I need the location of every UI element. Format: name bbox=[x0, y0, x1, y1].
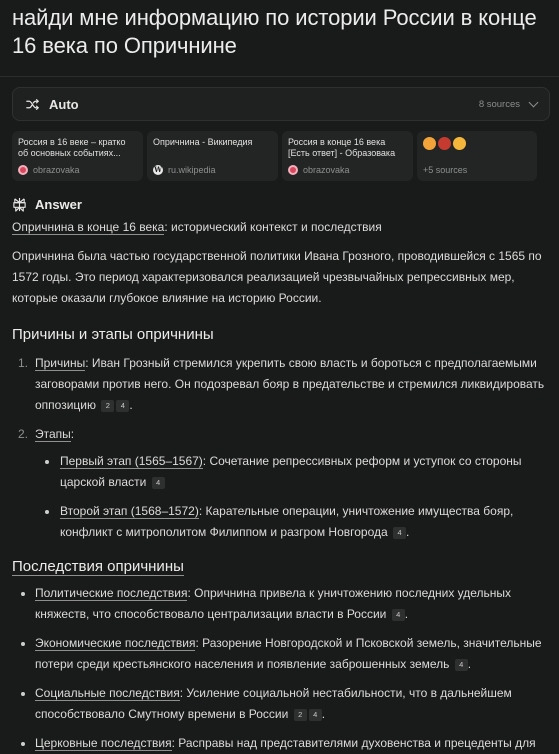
source-card[interactable]: Россия в конце 16 века [Есть ответ] - Об… bbox=[282, 131, 413, 181]
source-domain: obrazovaka bbox=[33, 165, 80, 175]
item-label: Второй этап (1568–1572) bbox=[60, 504, 199, 519]
list-number: 2. bbox=[18, 427, 29, 441]
item-label: Экономические последствия bbox=[35, 636, 196, 651]
answer-subtitle: Опричнина в конце 16 века: исторический … bbox=[12, 217, 550, 238]
section-heading-causes: Причины и этапы опричнины bbox=[12, 326, 214, 343]
obrazovaka-favicon-icon bbox=[18, 165, 28, 175]
list-item: 2. Этапы: Первый этап (1565–1567): Сочет… bbox=[12, 424, 550, 543]
list-item: Социальные последствия: Усиление социаль… bbox=[12, 683, 550, 725]
list-number: 1. bbox=[18, 356, 29, 370]
citation-badge[interactable]: 4 bbox=[151, 477, 165, 489]
answer-logo-icon bbox=[13, 197, 26, 212]
list-item: Политические последствия: Опричнина прив… bbox=[12, 583, 550, 625]
causes-list: 1. Причины: Иван Грозный стремился укреп… bbox=[12, 353, 550, 543]
source-title: Опричнина - Википедия bbox=[153, 137, 253, 147]
consequences-list: Политические последствия: Опричнина прив… bbox=[12, 583, 550, 754]
item-text: : bbox=[70, 427, 75, 441]
source-favicon-icon bbox=[438, 137, 451, 150]
item-label: Социальные последствия bbox=[35, 686, 180, 701]
mode-bar[interactable]: Auto 8 sources bbox=[12, 87, 550, 121]
citation-badge[interactable]: 4 bbox=[116, 400, 130, 412]
source-domain: obrazovaka bbox=[303, 165, 350, 175]
section-title: Последствия опричнины bbox=[12, 558, 184, 576]
source-title: Россия в 16 веке – кратко об основных со… bbox=[18, 137, 126, 158]
answer-page: найди мне информацию по истории России в… bbox=[0, 0, 559, 754]
wikipedia-favicon-icon: W bbox=[153, 165, 163, 175]
source-card[interactable]: Опричнина - Википедия Wru.wikipedia bbox=[147, 131, 278, 181]
query-title: найди мне информацию по истории России в… bbox=[12, 5, 537, 58]
list-item: Первый этап (1565–1567): Сочетание репре… bbox=[36, 451, 550, 493]
sources-toggle[interactable]: 8 sources bbox=[478, 97, 539, 110]
citation-badge[interactable]: 4 bbox=[393, 527, 407, 539]
source-card[interactable]: Россия в 16 веке – кратко об основных со… bbox=[12, 131, 143, 181]
intro-paragraph: Опричнина была частью государственной по… bbox=[12, 249, 542, 305]
item-label: Этапы bbox=[35, 427, 71, 442]
source-title: Россия в конце 16 века [Есть ответ] - Об… bbox=[288, 137, 396, 158]
list-item: Экономические последствия: Разорение Нов… bbox=[12, 633, 550, 675]
section-heading-consequences: Последствия опричнины bbox=[12, 557, 550, 577]
more-sources-label: +5 sources bbox=[423, 165, 468, 175]
favicon-stack bbox=[423, 137, 531, 150]
obrazovaka-favicon-icon bbox=[288, 165, 298, 175]
stages-list: Первый этап (1565–1567): Сочетание репре… bbox=[12, 451, 550, 543]
answer-header: Answer bbox=[12, 197, 550, 212]
item-label: Церковные последствия bbox=[35, 736, 172, 751]
list-item: Церковные последствия: Расправы над пред… bbox=[12, 733, 550, 754]
item-text: : Расправы над представителями духовенст… bbox=[171, 736, 536, 750]
source-favicon-icon bbox=[423, 137, 436, 150]
source-cards: Россия в 16 веке – кратко об основных со… bbox=[12, 131, 550, 181]
source-favicon-icon bbox=[453, 137, 466, 150]
item-label: Причины bbox=[35, 356, 86, 371]
item-label: Первый этап (1565–1567) bbox=[60, 454, 203, 469]
mode-selector[interactable]: Auto bbox=[26, 97, 79, 112]
mode-label: Auto bbox=[49, 96, 79, 112]
citation-badge[interactable]: 4 bbox=[454, 659, 468, 671]
source-domain: ru.wikipedia bbox=[168, 165, 216, 175]
citation-badge[interactable]: 2 bbox=[293, 709, 307, 721]
divider bbox=[0, 76, 559, 77]
subtitle-strong: Опричнина в конце 16 века bbox=[12, 220, 165, 235]
list-item: 1. Причины: Иван Грозный стремился укреп… bbox=[12, 353, 550, 416]
citation-badge[interactable]: 2 bbox=[101, 400, 115, 412]
shuffle-icon bbox=[26, 98, 39, 110]
chevron-down-icon bbox=[528, 97, 539, 108]
citation-badge[interactable]: 4 bbox=[308, 709, 322, 721]
citation-badge[interactable]: 4 bbox=[391, 609, 405, 621]
sources-count-label: 8 sources bbox=[478, 98, 520, 110]
list-item: Второй этап (1568–1572): Карательные опе… bbox=[36, 501, 550, 543]
subtitle-rest: : исторический контекст и последствия bbox=[164, 220, 382, 234]
answer-label: Answer bbox=[35, 197, 82, 212]
item-label: Политические последствия bbox=[35, 586, 188, 601]
more-sources-card[interactable]: +5 sources bbox=[417, 131, 537, 181]
